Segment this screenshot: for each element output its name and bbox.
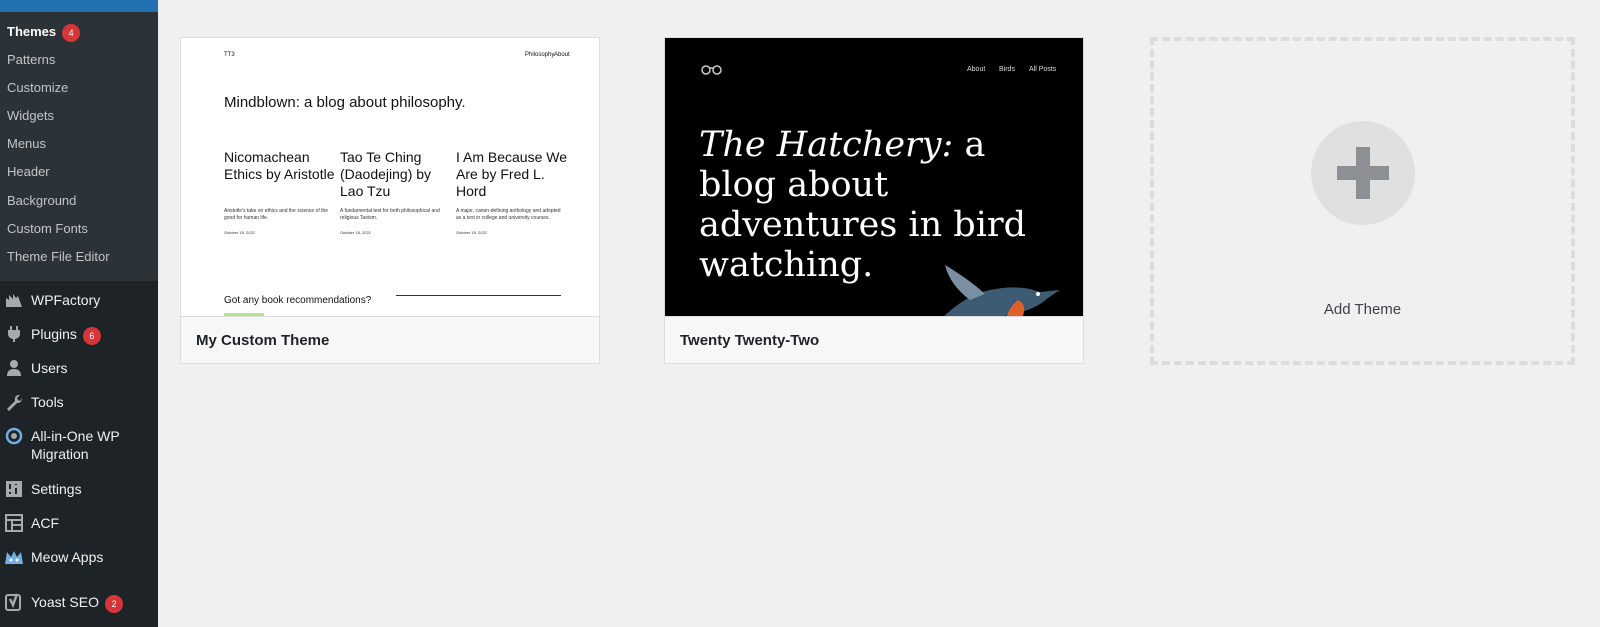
preview-nav-all-posts: All Posts bbox=[1029, 66, 1057, 73]
acf-icon bbox=[4, 514, 24, 532]
migration-icon bbox=[4, 427, 24, 445]
preview-nav-birds: Birds bbox=[999, 66, 1015, 73]
menu-item-all-in-one-wp-migration[interactable]: All-in-One WP Migration bbox=[0, 427, 158, 463]
theme-card-footer: Twenty Twenty-Two bbox=[665, 316, 1083, 363]
admin-sidebar: Themes 4 Patterns Customize Widgets Menus… bbox=[0, 0, 158, 627]
menu-label: WPFactory bbox=[31, 292, 101, 308]
meow-icon bbox=[4, 548, 24, 566]
preview-post-title: Nicomachean Ethics by Aristotle bbox=[224, 149, 335, 182]
preview-post-date: October 18, 2022 bbox=[456, 230, 487, 235]
preview-nav-philosophy: Philosophy bbox=[525, 52, 555, 58]
add-theme-label[interactable]: Add Theme bbox=[1154, 301, 1571, 318]
add-theme-plus-icon[interactable] bbox=[1311, 121, 1415, 225]
yoast-icon bbox=[4, 593, 24, 611]
settings-icon bbox=[4, 480, 24, 498]
menu-label: ACF bbox=[31, 515, 59, 531]
theme-card-twenty-twenty-two[interactable]: About Birds All Posts The Hatchery: a bl… bbox=[664, 37, 1084, 364]
submenu-item-menus[interactable]: Menus bbox=[7, 136, 46, 152]
menu-label: All-in-One WP Migration bbox=[31, 428, 120, 462]
submenu-item-customize[interactable]: Customize bbox=[7, 80, 68, 96]
add-theme-tile[interactable]: Add Theme bbox=[1150, 37, 1575, 365]
appearance-submenu: Themes 4 Patterns Customize Widgets Menus… bbox=[0, 12, 158, 281]
menu-label: Settings bbox=[31, 481, 82, 497]
menu-label: Yoast SEO 2 bbox=[31, 593, 123, 613]
submenu-item-themes[interactable]: Themes 4 bbox=[7, 24, 81, 42]
theme-card-footer: My Custom Theme bbox=[181, 316, 599, 363]
preview-post-excerpt: Aristotle's take on ethics and the scien… bbox=[224, 208, 329, 221]
themes-update-badge: 4 bbox=[62, 24, 81, 42]
theme-screenshot[interactable]: About Birds All Posts The Hatchery: a bl… bbox=[665, 38, 1083, 316]
preview-nav-about: About bbox=[967, 66, 986, 73]
menu-label: Users bbox=[31, 360, 68, 376]
preview-post-title: Tao Te Ching (Daodejing) by Lao Tzu bbox=[340, 149, 432, 199]
theme-name: My Custom Theme bbox=[196, 332, 330, 349]
theme-card-my-custom-theme[interactable]: TT3 Philosophy About Mindblown: a blog a… bbox=[180, 37, 600, 364]
menu-label: Plugins 6 bbox=[31, 325, 101, 345]
preview-binoculars-logo-icon bbox=[701, 63, 723, 81]
tools-icon bbox=[4, 393, 24, 411]
preview-post-title: I Am Because We Are by Fred L. Hord bbox=[456, 149, 568, 199]
appearance-menu-header[interactable] bbox=[0, 0, 158, 12]
menu-label: Meow Apps bbox=[31, 549, 104, 565]
plugins-update-badge: 6 bbox=[82, 327, 101, 345]
preview-nav-about: About bbox=[554, 52, 570, 58]
preview-post-date: October 18, 2022 bbox=[224, 230, 255, 235]
preview-cta-text: Got any book recommendations? bbox=[224, 295, 372, 306]
wpfactory-icon bbox=[4, 291, 24, 309]
theme-name: Twenty Twenty-Two bbox=[680, 332, 820, 349]
submenu-item-widgets[interactable]: Widgets bbox=[7, 108, 54, 124]
plugins-icon bbox=[4, 325, 24, 343]
preview-post-excerpt: A major, canon-defining anthology and ad… bbox=[456, 208, 561, 221]
menu-label: Tools bbox=[31, 394, 64, 410]
yoast-notification-badge: 2 bbox=[104, 595, 123, 613]
submenu-item-patterns[interactable]: Patterns bbox=[7, 52, 55, 68]
submenu-item-custom-fonts[interactable]: Custom Fonts bbox=[7, 221, 88, 237]
preview-divider bbox=[396, 295, 561, 296]
submenu-item-background[interactable]: Background bbox=[7, 193, 76, 209]
preview-site-logo: TT3 bbox=[224, 52, 235, 58]
preview-heading: Mindblown: a blog about philosophy. bbox=[224, 94, 466, 111]
preview-swallow-bird-icon bbox=[910, 260, 1070, 316]
theme-screenshot[interactable]: TT3 Philosophy About Mindblown: a blog a… bbox=[181, 38, 599, 316]
users-icon bbox=[4, 359, 24, 377]
submenu-item-theme-file-editor[interactable]: Theme File Editor bbox=[7, 249, 110, 265]
preview-post-date: October 18, 2022 bbox=[340, 230, 371, 235]
submenu-item-header[interactable]: Header bbox=[7, 164, 50, 180]
submenu-label: Themes bbox=[7, 24, 57, 39]
preview-post-excerpt: A fundamental text for both philosophica… bbox=[340, 208, 440, 221]
